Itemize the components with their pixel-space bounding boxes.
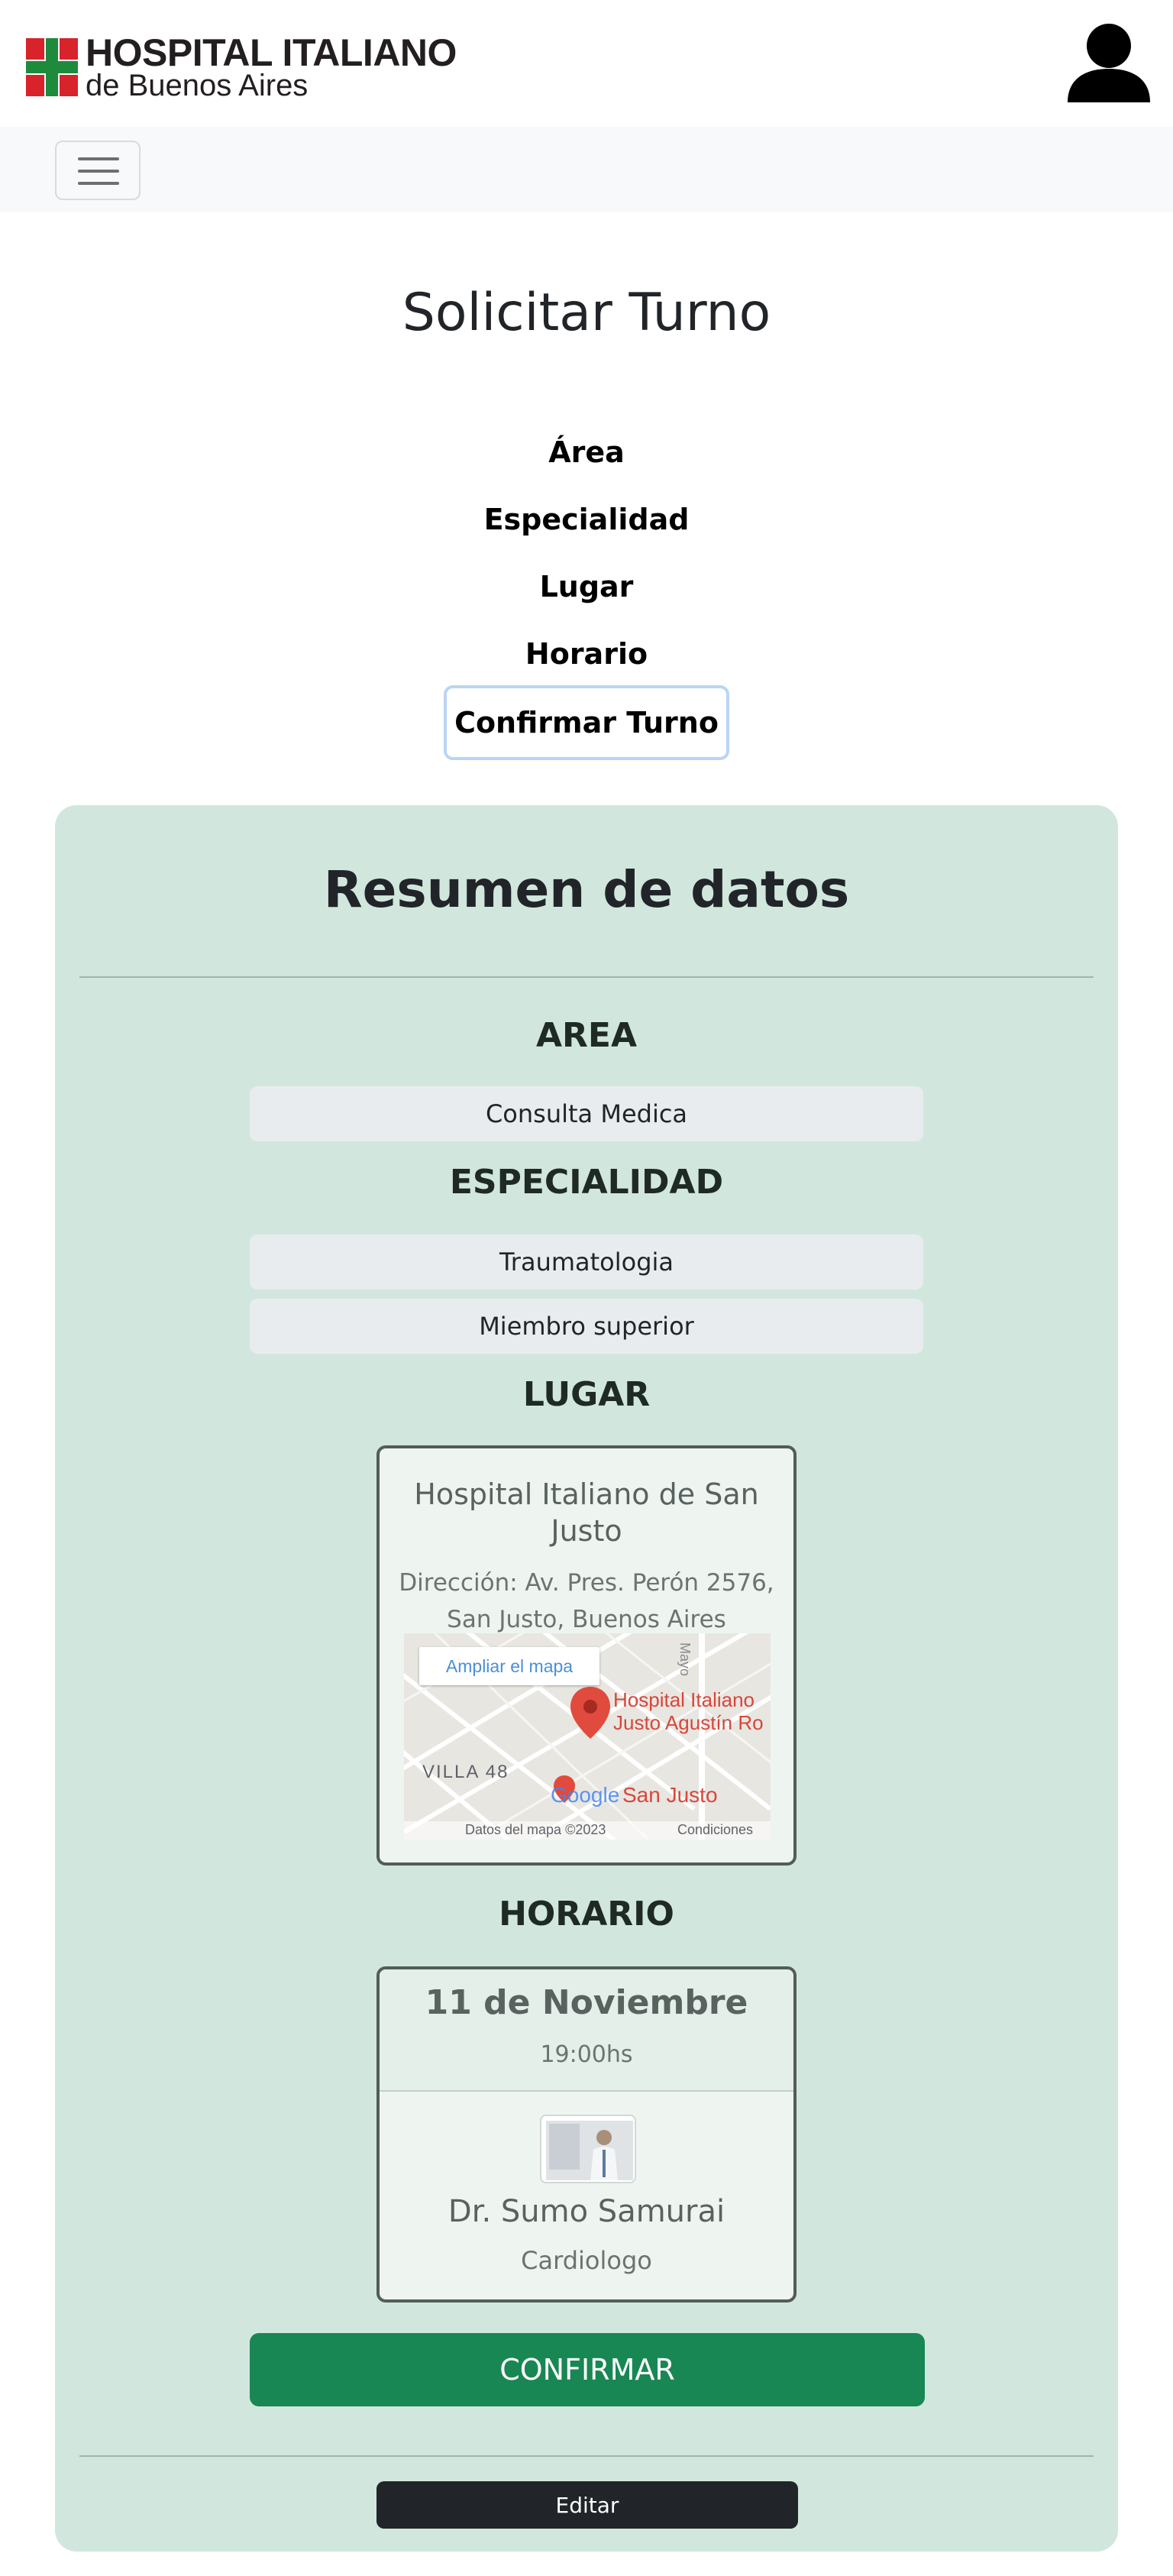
location-name: Hospital Italiano de San Justo [414, 1477, 759, 1548]
map-neighborhood-label: VILLA 48 [422, 1762, 509, 1782]
page-title: Solicitar Turno [402, 283, 771, 343]
divider-bottom [79, 2455, 1094, 2457]
map-terms-link[interactable]: Condiciones [677, 1822, 753, 1838]
especialidad-heading: ESPECIALIDAD [449, 1163, 724, 1202]
logo-line-1: HOSPITAL ITALIANO [86, 31, 457, 74]
schedule-header: 11 de Noviembre 19:00hs [380, 1969, 793, 2092]
top-header: HOSPITAL ITALIANO de Buenos Aires [0, 0, 1173, 127]
step-horario[interactable]: Horario [0, 637, 1173, 671]
hamburger-menu-button[interactable] [55, 141, 141, 200]
map-street-label: Mayo [677, 1642, 693, 1677]
schedule-time: 19:00hs [540, 2041, 633, 2068]
lugar-heading: LUGAR [522, 1375, 651, 1414]
area-value: Consulta Medica [250, 1086, 923, 1141]
logo-cross-icon [26, 38, 78, 96]
step-area[interactable]: Área [0, 435, 1173, 469]
doctor-specialty: Cardiologo [521, 2246, 652, 2275]
location-card: Hospital Italiano de San Justo Dirección… [376, 1445, 797, 1866]
hamburger-menu-icon [78, 157, 119, 160]
schedule-date: 11 de Noviembre [425, 1983, 748, 2022]
step-lugar[interactable]: Lugar [0, 570, 1173, 604]
map-data-label: Datos del mapa ©2023 [465, 1822, 606, 1837]
subespecialidad-value: Miembro superior [250, 1299, 923, 1354]
summary-title: Resumen de datos [323, 860, 850, 919]
map-google-label: Google [551, 1783, 620, 1807]
divider [79, 976, 1094, 978]
logo-line-2: de Buenos Aires [86, 69, 309, 102]
hospital-logo[interactable]: HOSPITAL ITALIANO de Buenos Aires [26, 34, 457, 101]
step-confirmar-turno[interactable]: Confirmar Turno [444, 685, 729, 760]
location-address: Dirección: Av. Pres. Perón 2576, San Jus… [399, 1569, 774, 1633]
map-city-label: San Justo [622, 1783, 718, 1807]
edit-button[interactable]: Editar [376, 2481, 798, 2529]
user-icon[interactable] [1066, 23, 1152, 102]
schedule-card: 11 de Noviembre 19:00hs Dr. Sumo Samurai… [376, 1966, 797, 2303]
map-enlarge-link[interactable]: Ampliar el mapa [419, 1647, 599, 1685]
confirm-button[interactable]: CONFIRMAR [250, 2333, 925, 2406]
horario-heading: HORARIO [499, 1895, 674, 1934]
map-place-label-1: Hospital Italiano [613, 1688, 755, 1711]
especialidad-value: Traumatologia [250, 1235, 923, 1290]
doctor-avatar [540, 2115, 636, 2183]
doctor-name: Dr. Sumo Samurai [448, 2194, 725, 2229]
step-especialidad[interactable]: Especialidad [0, 503, 1173, 536]
area-heading: AREA [535, 1016, 638, 1055]
map-place-label-2: Justo Agustín Ro [613, 1711, 764, 1734]
navbar [0, 127, 1173, 212]
location-map[interactable]: Ampliar el mapa Hospital Italiano Justo … [404, 1633, 771, 1840]
